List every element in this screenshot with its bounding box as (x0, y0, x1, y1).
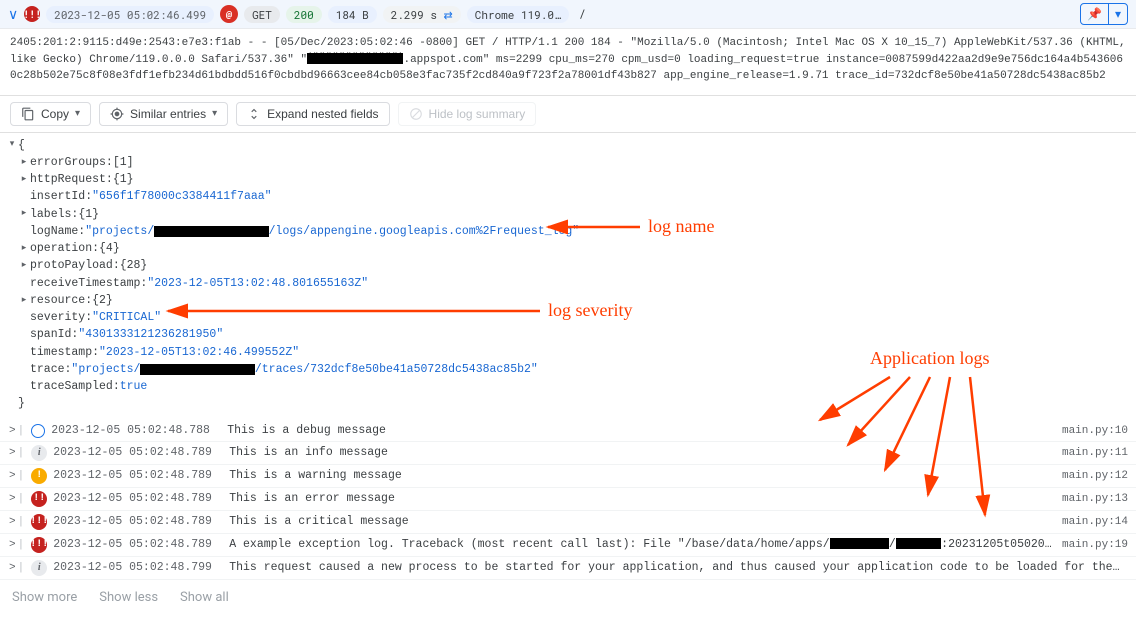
tree-toggle[interactable]: ▸ (18, 207, 30, 221)
log-row[interactable]: >| i 2023-12-05 05:02:48.789 This is an inf… (0, 442, 1136, 465)
header-timestamp: 2023-12-05 05:02:46.499 (46, 6, 214, 23)
severity-critical-icon: !!! (31, 537, 47, 553)
tree-toggle[interactable]: ▸ (18, 259, 30, 273)
severity-critical-icon: !!! (31, 514, 47, 530)
log-row[interactable]: >|!!! 2023-12-05 05:02:48.789 This is a cr… (0, 511, 1136, 534)
collapse-chevron-icon[interactable]: ∨ (8, 7, 18, 21)
severity-error-icon: !! (31, 491, 47, 507)
log-row[interactable]: >| i 2023-12-05 05:02:48.799 This request c… (0, 557, 1136, 580)
cancel-icon (409, 107, 423, 121)
log-timestamp: 2023-12-05 05:02:48.788 (51, 424, 221, 437)
severity-warning-icon: ! (31, 468, 47, 484)
log-message: This is a warning message (229, 469, 1056, 482)
log-message: This is a critical message (229, 515, 1056, 528)
redacted-project: XXXXXXXXXXXXXXXX (140, 364, 254, 375)
severity-info-icon: i (31, 445, 47, 461)
tree-toggle[interactable]: ▸ (18, 294, 30, 308)
similar-entries-button[interactable]: Similar entries ▾ (99, 102, 228, 126)
severity-critical-icon: !!! (24, 6, 40, 22)
pin-controls: 📌 ▾ (1080, 3, 1128, 25)
copy-button[interactable]: Copy ▾ (10, 102, 91, 126)
log-row[interactable]: >| 2023-12-05 05:02:48.788 This is a debug… (0, 421, 1136, 442)
copy-icon (21, 107, 35, 121)
tree-toggle[interactable]: ▸ (18, 173, 30, 187)
log-timestamp: 2023-12-05 05:02:48.789 (53, 492, 223, 505)
show-less-link[interactable]: Show less (99, 590, 158, 605)
show-more-link[interactable]: Show more (12, 590, 77, 605)
log-source: main.py:14 (1062, 516, 1128, 528)
pin-dropdown[interactable]: ▾ (1108, 4, 1127, 24)
log-message: This request caused a new process to be … (229, 561, 1122, 574)
log-timestamp: 2023-12-05 05:02:48.789 (53, 515, 223, 528)
expand-icon (247, 107, 261, 121)
redacted-project: XXXXXXXXXXXXXXXX (154, 226, 268, 237)
raw-log-text: 2405:201:2:9115:d49e:2543:e7e3:f1ab - - … (0, 29, 1136, 95)
severity-info-icon: i (31, 560, 47, 576)
json-tree: ▾ { ▸errorGroups: [1] ▸httpRequest: {1} … (0, 133, 1136, 421)
log-row[interactable]: >|!! 2023-12-05 05:02:48.789 This is an er… (0, 488, 1136, 511)
http-method-chip: GET (244, 6, 280, 23)
path-text: / (579, 6, 586, 22)
log-timestamp: 2023-12-05 05:02:48.789 (53, 446, 223, 459)
log-message: This is an info message (229, 446, 1056, 459)
hide-summary-button: Hide log summary (398, 102, 537, 126)
log-message: This is a debug message (227, 424, 1056, 437)
expand-arrows[interactable]: >| (8, 447, 25, 459)
latency-chip: 2.299 s ⇄ (383, 6, 461, 23)
footer-links: Show more Show less Show all (0, 580, 1136, 615)
severity-debug-icon (31, 424, 45, 438)
log-timestamp: 2023-12-05 05:02:48.799 (53, 561, 223, 574)
log-source: main.py:12 (1062, 470, 1128, 482)
expand-arrows[interactable]: >| (8, 425, 25, 437)
http-status-chip: 200 (286, 6, 322, 23)
expand-arrows[interactable]: >| (8, 562, 25, 574)
log-header-row: ∨ !!! 2023-12-05 05:02:46.499 @ GET 200 … (0, 0, 1136, 29)
target-icon (110, 107, 124, 121)
log-timestamp: 2023-12-05 05:02:48.789 (53, 538, 223, 551)
redacted-host: XXXXXXXXXXXXXX (307, 53, 403, 64)
log-timestamp: 2023-12-05 05:02:48.789 (53, 469, 223, 482)
expand-arrows[interactable]: >| (8, 493, 25, 505)
log-source: main.py:11 (1062, 447, 1128, 459)
expand-arrows[interactable]: >| (8, 470, 25, 482)
show-all-link[interactable]: Show all (180, 590, 229, 605)
log-message: This is an error message (229, 492, 1056, 505)
log-row[interactable]: >|!!! 2023-12-05 05:02:48.789 A example ex… (0, 534, 1136, 557)
bytes-chip: 184 B (328, 6, 377, 23)
expand-arrows[interactable]: >| (8, 539, 25, 551)
tree-toggle[interactable]: ▸ (18, 242, 30, 256)
useragent-chip: Chrome 119.0… (467, 6, 569, 23)
app-at-icon: @ (220, 5, 238, 23)
log-source: main.py:19 (1062, 539, 1128, 551)
json-toolbar: Copy ▾ Similar entries ▾ Expand nested f… (0, 95, 1136, 133)
expand-arrows[interactable]: >| (8, 516, 25, 528)
tree-toggle[interactable]: ▾ (6, 138, 18, 152)
log-message: A example exception log. Traceback (most… (229, 538, 1056, 551)
log-source: main.py:13 (1062, 493, 1128, 505)
log-row[interactable]: >|! 2023-12-05 05:02:48.789 This is a warn… (0, 465, 1136, 488)
pin-button[interactable]: 📌 (1081, 4, 1108, 24)
log-source: main.py:10 (1062, 425, 1128, 437)
tree-toggle[interactable]: ▸ (18, 156, 30, 170)
expand-fields-button[interactable]: Expand nested fields (236, 102, 389, 126)
